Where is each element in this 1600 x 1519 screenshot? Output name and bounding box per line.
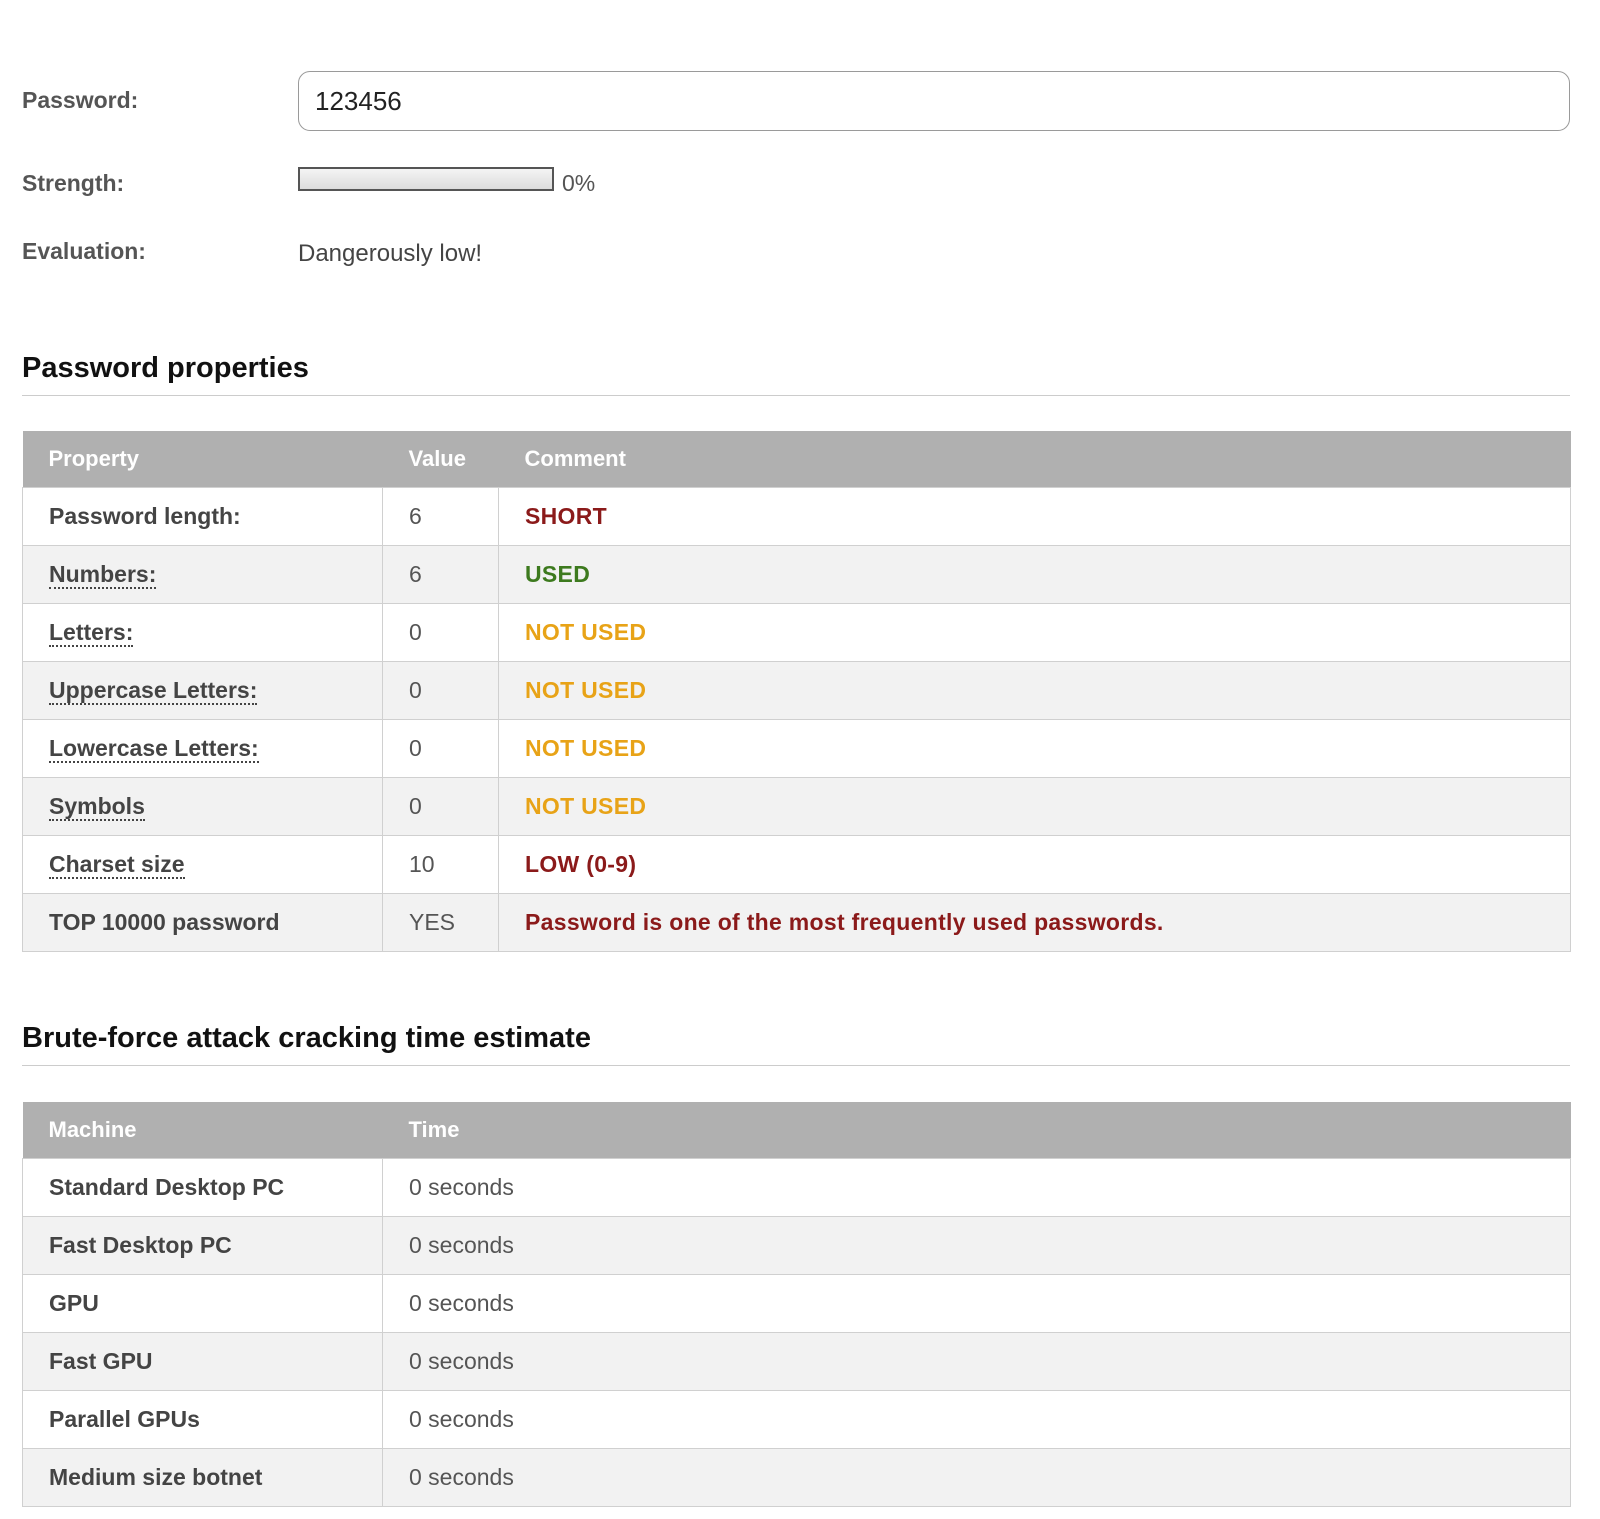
table-row: Medium size botnet 0 seconds xyxy=(22,1448,1571,1507)
property-cell: Charset size xyxy=(22,835,383,894)
evaluation-text: Dangerously low! xyxy=(298,240,483,267)
property-value: 0 xyxy=(382,719,499,778)
table-row: Fast GPU 0 seconds xyxy=(22,1332,1571,1391)
table-row: GPU 0 seconds xyxy=(22,1274,1571,1333)
properties-table: Property Value Comment Password length: 6… xyxy=(22,431,1571,952)
property-name[interactable]: Letters: xyxy=(49,619,134,647)
crack-time: 0 seconds xyxy=(382,1448,1571,1507)
property-name: Password length: xyxy=(49,503,241,529)
property-cell: Uppercase Letters: xyxy=(22,661,383,720)
crack-time: 0 seconds xyxy=(382,1158,1571,1217)
crack-time: 0 seconds xyxy=(382,1274,1571,1333)
header-value: Value xyxy=(382,431,499,488)
table-row: Standard Desktop PC 0 seconds xyxy=(22,1158,1571,1217)
property-cell: Password length: xyxy=(22,487,383,546)
property-value: 6 xyxy=(382,545,499,604)
property-name[interactable]: Uppercase Letters: xyxy=(49,677,258,705)
property-comment: NOT USED xyxy=(498,777,1571,836)
table-row: Uppercase Letters: 0 NOT USED xyxy=(22,661,1571,720)
property-cell: Symbols xyxy=(22,777,383,836)
header-comment: Comment xyxy=(498,431,1571,488)
properties-title: Password properties xyxy=(22,352,1570,396)
property-cell: TOP 10000 password xyxy=(22,893,383,952)
property-comment: SHORT xyxy=(498,487,1571,546)
table-row: TOP 10000 password YES Password is one of … xyxy=(22,893,1571,952)
header-property: Property xyxy=(22,431,383,488)
table-row: Password length: 6 SHORT xyxy=(22,487,1571,546)
property-comment: USED xyxy=(498,545,1571,604)
property-name[interactable]: Numbers: xyxy=(49,561,157,589)
property-value: 10 xyxy=(382,835,499,894)
property-name[interactable]: Charset size xyxy=(49,851,185,879)
strength-percent: 0% xyxy=(562,170,596,196)
strength-label: Strength: xyxy=(22,170,125,196)
property-value: 0 xyxy=(382,603,499,662)
header-time: Time xyxy=(382,1102,1571,1159)
property-value: YES xyxy=(382,893,499,952)
machine-name: Parallel GPUs xyxy=(22,1390,383,1449)
table-row: Numbers: 6 USED xyxy=(22,545,1571,604)
machine-name: Fast GPU xyxy=(22,1332,383,1391)
bruteforce-table: Machine Time Standard Desktop PC 0 second… xyxy=(22,1102,1571,1507)
machine-name: Standard Desktop PC xyxy=(22,1158,383,1217)
property-comment: Password is one of the most frequently u… xyxy=(498,893,1571,952)
header-machine: Machine xyxy=(22,1102,383,1159)
machine-name: GPU xyxy=(22,1274,383,1333)
password-input[interactable] xyxy=(298,71,1570,131)
property-name[interactable]: Symbols xyxy=(49,793,145,821)
property-cell: Numbers: xyxy=(22,545,383,604)
crack-time: 0 seconds xyxy=(382,1390,1571,1449)
crack-time: 0 seconds xyxy=(382,1332,1571,1391)
property-cell: Lowercase Letters: xyxy=(22,719,383,778)
property-comment: NOT USED xyxy=(498,661,1571,720)
table-row: Letters: 0 NOT USED xyxy=(22,603,1571,662)
properties-header-row: Property Value Comment xyxy=(22,431,1571,488)
table-row: Charset size 10 LOW (0-9) xyxy=(22,835,1571,894)
machine-name: Medium size botnet xyxy=(22,1448,383,1507)
property-comment: NOT USED xyxy=(498,719,1571,778)
property-value: 6 xyxy=(382,487,499,546)
property-cell: Letters: xyxy=(22,603,383,662)
property-value: 0 xyxy=(382,777,499,836)
evaluation-label: Evaluation: xyxy=(22,238,146,264)
password-label: Password: xyxy=(22,87,139,113)
bruteforce-header-row: Machine Time xyxy=(22,1102,1571,1159)
property-comment: LOW (0-9) xyxy=(498,835,1571,894)
property-comment: NOT USED xyxy=(498,603,1571,662)
crack-time: 0 seconds xyxy=(382,1216,1571,1275)
bruteforce-title: Brute-force attack cracking time estimat… xyxy=(22,1022,1570,1066)
property-name: TOP 10000 password xyxy=(49,909,280,935)
table-row: Parallel GPUs 0 seconds xyxy=(22,1390,1571,1449)
strength-meter xyxy=(298,167,554,191)
machine-name: Fast Desktop PC xyxy=(22,1216,383,1275)
table-row: Lowercase Letters: 0 NOT USED xyxy=(22,719,1571,778)
table-row: Symbols 0 NOT USED xyxy=(22,777,1571,836)
property-value: 0 xyxy=(382,661,499,720)
table-row: Fast Desktop PC 0 seconds xyxy=(22,1216,1571,1275)
property-name[interactable]: Lowercase Letters: xyxy=(49,735,259,763)
